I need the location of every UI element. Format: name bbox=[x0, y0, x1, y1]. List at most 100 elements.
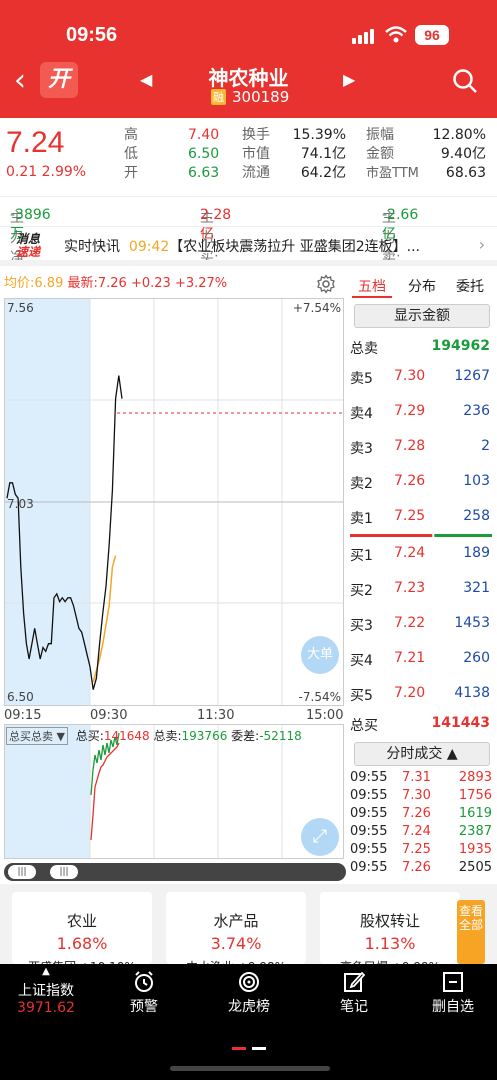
tick-time: 09:55 bbox=[350, 806, 388, 821]
avg-price-line bbox=[92, 555, 117, 683]
open-value: 6.63 bbox=[188, 165, 220, 181]
index-ticker[interactable]: ▲ 上证指数 3971.62 bbox=[14, 964, 78, 1016]
scroll-handle-left[interactable]: ||| bbox=[8, 865, 36, 879]
tick-volume: 2387 bbox=[458, 824, 492, 839]
sector-change: 1.68% bbox=[56, 934, 108, 953]
bid-row[interactable]: 买4 7.21 260 bbox=[348, 650, 494, 670]
bid-row[interactable]: 买1 7.24 189 bbox=[348, 545, 494, 565]
page-indicator bbox=[232, 1038, 272, 1054]
time-axis-0915: 09:15 bbox=[4, 708, 42, 723]
tick-price: 7.25 bbox=[402, 842, 431, 857]
time-axis-0930: 09:30 bbox=[90, 708, 128, 723]
bid-volume: 1453 bbox=[454, 615, 490, 631]
tick-row: 09:55 7.24 2387 bbox=[350, 824, 496, 842]
active-tab-indicator bbox=[352, 296, 392, 298]
ask-row[interactable]: 卖5 7.30 1267 bbox=[348, 368, 494, 388]
status-time: 09:56 bbox=[66, 24, 118, 46]
news-ticker[interactable]: 消息 速递 实时快讯 09:42【农业板块震荡拉升 亚盛集团2连板】... › bbox=[0, 226, 497, 266]
bid-row[interactable]: 买3 7.22 1453 bbox=[348, 615, 494, 635]
gear-icon[interactable] bbox=[316, 274, 336, 298]
sector-name: 农业 bbox=[66, 912, 97, 930]
bid-label: 买2 bbox=[350, 583, 373, 599]
nav-alert[interactable]: 预警 bbox=[126, 964, 162, 1016]
tick-trades-button[interactable]: 分时成交 ▲ bbox=[354, 742, 490, 766]
tick-row: 09:55 7.26 1619 bbox=[350, 806, 496, 824]
tick-volume: 2893 bbox=[458, 770, 492, 785]
ask-price: 7.30 bbox=[394, 368, 426, 384]
tab-five-levels[interactable]: 五档 bbox=[358, 276, 386, 296]
tick-volume: 1619 bbox=[458, 806, 492, 821]
ask-price: 7.29 bbox=[394, 403, 426, 419]
price-change: 0.21 2.99% bbox=[6, 164, 86, 180]
tick-volume: 2505 bbox=[458, 860, 492, 875]
chart-scrollbar[interactable]: ||| ||| bbox=[4, 863, 346, 881]
capital-flow: 主力净: -3896万 主力买: 2.28亿 主力卖: -2.66亿 bbox=[0, 196, 497, 266]
ratio-sell-segment bbox=[350, 534, 433, 537]
quote-panel: 7.24 0.21 2.99% 高 7.40 低 6.50 开 6.63 换手 15.3… bbox=[0, 118, 497, 194]
ask-volume: 236 bbox=[463, 403, 490, 419]
news-time: 09:42 bbox=[128, 239, 170, 255]
bid-price: 7.22 bbox=[394, 615, 426, 631]
tick-price: 7.26 bbox=[402, 806, 431, 821]
chevron-right-icon: › bbox=[478, 235, 485, 254]
sector-card[interactable]: 水产品 3.74% 中水渔业 +9.98% bbox=[166, 892, 306, 966]
total-sell-value: 194962 bbox=[431, 338, 490, 354]
nav-remove-watchlist[interactable]: 删自选 bbox=[428, 964, 478, 1016]
ask-row[interactable]: 卖4 7.29 236 bbox=[348, 403, 494, 423]
bid-volume: 260 bbox=[463, 650, 490, 666]
search-icon[interactable] bbox=[452, 68, 478, 98]
nav-dragon-tiger-label: 龙虎榜 bbox=[228, 999, 270, 1015]
next-stock-icon[interactable]: ▶ bbox=[343, 70, 355, 89]
ask-row[interactable]: 卖2 7.26 103 bbox=[348, 473, 494, 493]
nav-dragon-tiger[interactable]: 龙虎榜 bbox=[224, 964, 274, 1016]
see-all-button[interactable]: 查看全部 bbox=[457, 900, 485, 964]
scroll-handle-right[interactable]: ||| bbox=[50, 865, 78, 879]
tab-orders[interactable]: 委托 bbox=[456, 276, 484, 296]
ratio-buy-segment bbox=[434, 534, 492, 537]
nav-alert-label: 预警 bbox=[130, 999, 158, 1015]
bid-price: 7.23 bbox=[394, 580, 426, 596]
minus-box-icon bbox=[428, 964, 478, 996]
nav-notes[interactable]: 笔记 bbox=[336, 964, 372, 1016]
tick-trades-label: 分时成交 bbox=[386, 746, 443, 762]
status-bar: 09:56 96 bbox=[0, 22, 497, 52]
sector-card[interactable]: 农业 1.68% 亚盛集团 +10.10% bbox=[12, 892, 152, 966]
home-indicator bbox=[170, 1066, 330, 1071]
edit-icon bbox=[336, 964, 372, 996]
tab-distribution[interactable]: 分布 bbox=[408, 276, 436, 296]
bid-volume: 4138 bbox=[454, 685, 490, 701]
chart-header: 均价:6.89 最新:7.26 +0.23 +3.27% bbox=[4, 272, 227, 291]
time-axis-1130: 11:30 bbox=[197, 708, 235, 723]
sector-cards: 农业 1.68% 亚盛集团 +10.10% 水产品 3.74% 中水渔业 +9.… bbox=[0, 884, 497, 966]
tick-volume: 1935 bbox=[458, 842, 492, 857]
expand-icon[interactable]: ⤢ bbox=[301, 818, 339, 856]
quote-col2: 换手 15.39% 市值 74.1亿 流通 64.2亿 bbox=[242, 126, 346, 183]
bid-label: 买3 bbox=[350, 618, 373, 634]
caret-up-icon: ▲ bbox=[42, 966, 50, 977]
sector-card[interactable]: 股权转让 1.13% 高争民爆 +9.99% bbox=[320, 892, 460, 966]
high-value: 7.40 bbox=[188, 127, 220, 143]
stock-name: 神农种业 bbox=[208, 66, 289, 90]
show-amount-button[interactable]: 显示金额 bbox=[354, 304, 490, 328]
signal-icon bbox=[352, 28, 376, 44]
news-headline: 【农业板块震荡拉升 亚盛集团2连板】... bbox=[169, 239, 420, 255]
bid-price: 7.20 bbox=[394, 685, 426, 701]
bid-row[interactable]: 买5 7.20 4138 bbox=[348, 685, 494, 705]
volume-type-select[interactable]: 总买总卖 ▼ bbox=[6, 727, 68, 745]
margin-badge: 融 bbox=[211, 89, 226, 105]
bid-row[interactable]: 买2 7.23 321 bbox=[348, 580, 494, 600]
ask-row[interactable]: 卖1 7.25 258 bbox=[348, 508, 494, 528]
bid-price: 7.24 bbox=[394, 545, 426, 561]
pct-axis-bottom: -7.54% bbox=[298, 690, 341, 704]
tick-price: 7.26 bbox=[402, 860, 431, 875]
tick-time: 09:55 bbox=[350, 842, 388, 857]
wifi-icon bbox=[385, 26, 407, 48]
news-logo-top: 消息 bbox=[16, 232, 41, 246]
stock-code-line: 融 300189 bbox=[211, 88, 289, 106]
ask-row[interactable]: 卖3 7.28 2 bbox=[348, 438, 494, 458]
target-icon bbox=[224, 964, 274, 996]
intraday-chart[interactable]: 7.56 7.03 6.50 +7.54% -7.54% bbox=[4, 298, 344, 706]
vol-diff-label: 委差: bbox=[231, 729, 260, 743]
big-order-button[interactable]: 大单 bbox=[301, 636, 339, 674]
sector-change: 3.74% bbox=[210, 934, 262, 953]
